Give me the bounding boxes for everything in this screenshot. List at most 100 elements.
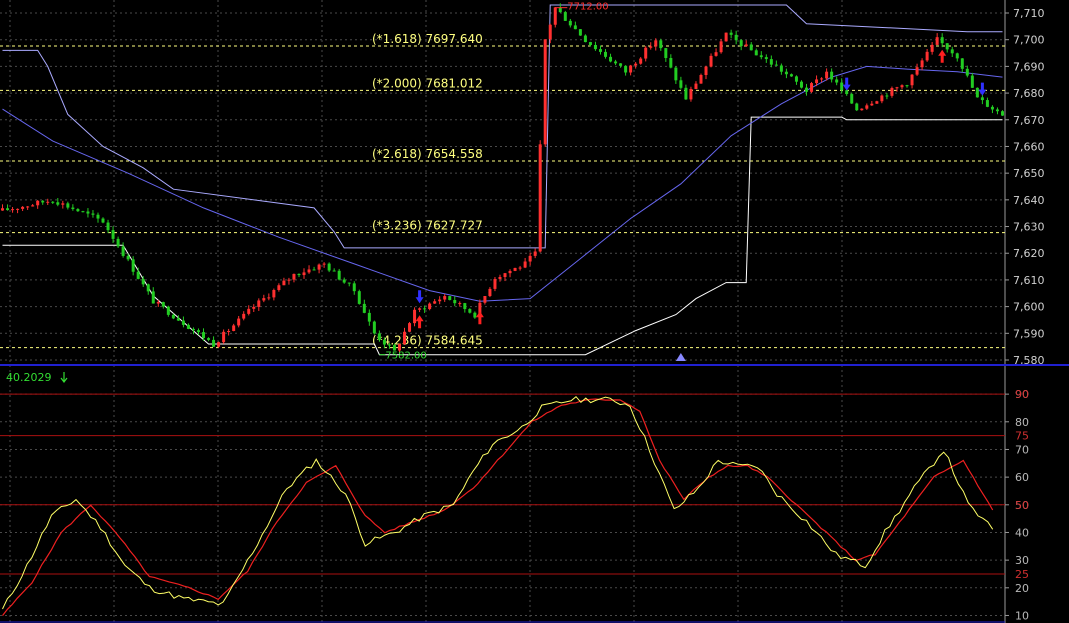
candle-body	[342, 279, 346, 283]
candle-body	[955, 53, 959, 59]
candle-body	[252, 306, 256, 309]
candle-body	[161, 302, 165, 307]
candle-body	[865, 105, 869, 109]
candle-body	[659, 40, 663, 49]
price-tick-label: 7,590	[1013, 327, 1045, 340]
candle-body	[995, 109, 999, 112]
candle-body	[503, 273, 507, 277]
candle-body	[222, 331, 226, 343]
candle-body	[196, 330, 200, 333]
candle-body	[734, 34, 738, 41]
candle-body	[357, 291, 361, 304]
candle-body	[463, 303, 467, 310]
candle-body	[634, 63, 638, 66]
candle-body	[975, 87, 979, 98]
candle-body	[131, 259, 135, 272]
candle-body	[523, 261, 527, 268]
candle-body	[548, 24, 552, 40]
candle-body	[729, 32, 733, 35]
candle-body	[694, 83, 698, 89]
candle-body	[935, 37, 939, 45]
candle-body	[413, 309, 417, 324]
candle-body	[171, 314, 175, 319]
candle-body	[116, 238, 120, 247]
oscillator-tick-label: 30	[1015, 554, 1029, 567]
candle-body	[337, 270, 341, 280]
candle-body	[207, 338, 211, 340]
candle-body	[242, 313, 246, 319]
price-tick-label: 7,650	[1013, 167, 1045, 180]
candle-body	[910, 74, 914, 86]
candle-body	[900, 85, 904, 88]
candle-body	[890, 88, 894, 96]
candle-body	[247, 308, 251, 314]
oscillator-reference-label: 75	[1015, 430, 1029, 443]
candle-body	[880, 95, 884, 102]
candle-body	[423, 308, 427, 310]
candle-body	[262, 298, 266, 301]
candle-body	[96, 214, 100, 219]
candle-body	[186, 324, 190, 329]
candle-body	[619, 63, 623, 66]
candle-body	[458, 303, 462, 305]
candle-body	[714, 52, 718, 56]
candle-body	[799, 81, 803, 88]
candle-body	[744, 44, 748, 47]
candle-body	[453, 300, 457, 304]
oscillator-tick-label: 80	[1015, 416, 1029, 429]
candle-body	[593, 45, 597, 50]
candle-body	[277, 285, 281, 291]
oscillator-current-value: 40.2029	[6, 371, 52, 384]
candle-body	[352, 283, 356, 292]
price-tick-label: 7,630	[1013, 221, 1045, 234]
candle-body	[498, 276, 502, 280]
candle-body	[508, 270, 512, 274]
candle-body	[237, 318, 241, 326]
price-tick-label: 7,670	[1013, 114, 1045, 127]
candle-body	[830, 71, 834, 80]
candle-body	[433, 301, 437, 304]
candle-body	[473, 312, 477, 318]
candle-body	[272, 290, 276, 298]
candle-body	[614, 61, 618, 64]
candle-body	[543, 39, 547, 145]
candle-body	[181, 320, 185, 325]
candle-body	[312, 269, 316, 271]
candle-body	[322, 263, 326, 265]
candle-body	[468, 309, 472, 313]
candle-body	[805, 87, 809, 92]
candle-body	[624, 65, 628, 73]
candle-body	[684, 87, 688, 100]
candle-body	[387, 344, 391, 346]
candle-body	[483, 295, 487, 303]
candle-body	[850, 94, 854, 104]
candle-body	[970, 75, 974, 88]
candle-body	[604, 51, 608, 57]
candle-body	[287, 279, 291, 281]
candle-body	[980, 97, 984, 101]
candle-body	[754, 50, 758, 56]
candle-body	[769, 59, 773, 65]
candle-body	[759, 55, 763, 58]
candle-body	[81, 211, 85, 213]
candle-body	[779, 65, 783, 72]
candle-body	[121, 246, 125, 256]
candle-body	[362, 303, 366, 313]
candle-body	[493, 279, 497, 289]
candle-body	[639, 58, 643, 64]
candle-body	[302, 272, 306, 276]
candle-body	[126, 255, 130, 260]
candle-body	[41, 200, 45, 203]
candle-body	[191, 328, 195, 331]
candle-body	[292, 273, 296, 280]
candle-body	[915, 67, 919, 75]
trading-chart[interactable]: (*1.618) 7697.640 (*2.000) 7681.012 (*2.61…	[0, 0, 1069, 623]
candle-body	[91, 213, 95, 215]
candle-body	[1, 208, 5, 211]
price-tick-label: 7,600	[1013, 301, 1045, 314]
candle-body	[573, 25, 577, 30]
candle-body	[518, 267, 522, 269]
candle-body	[784, 71, 788, 75]
candle-body	[1000, 111, 1004, 116]
candle-body	[789, 74, 793, 77]
